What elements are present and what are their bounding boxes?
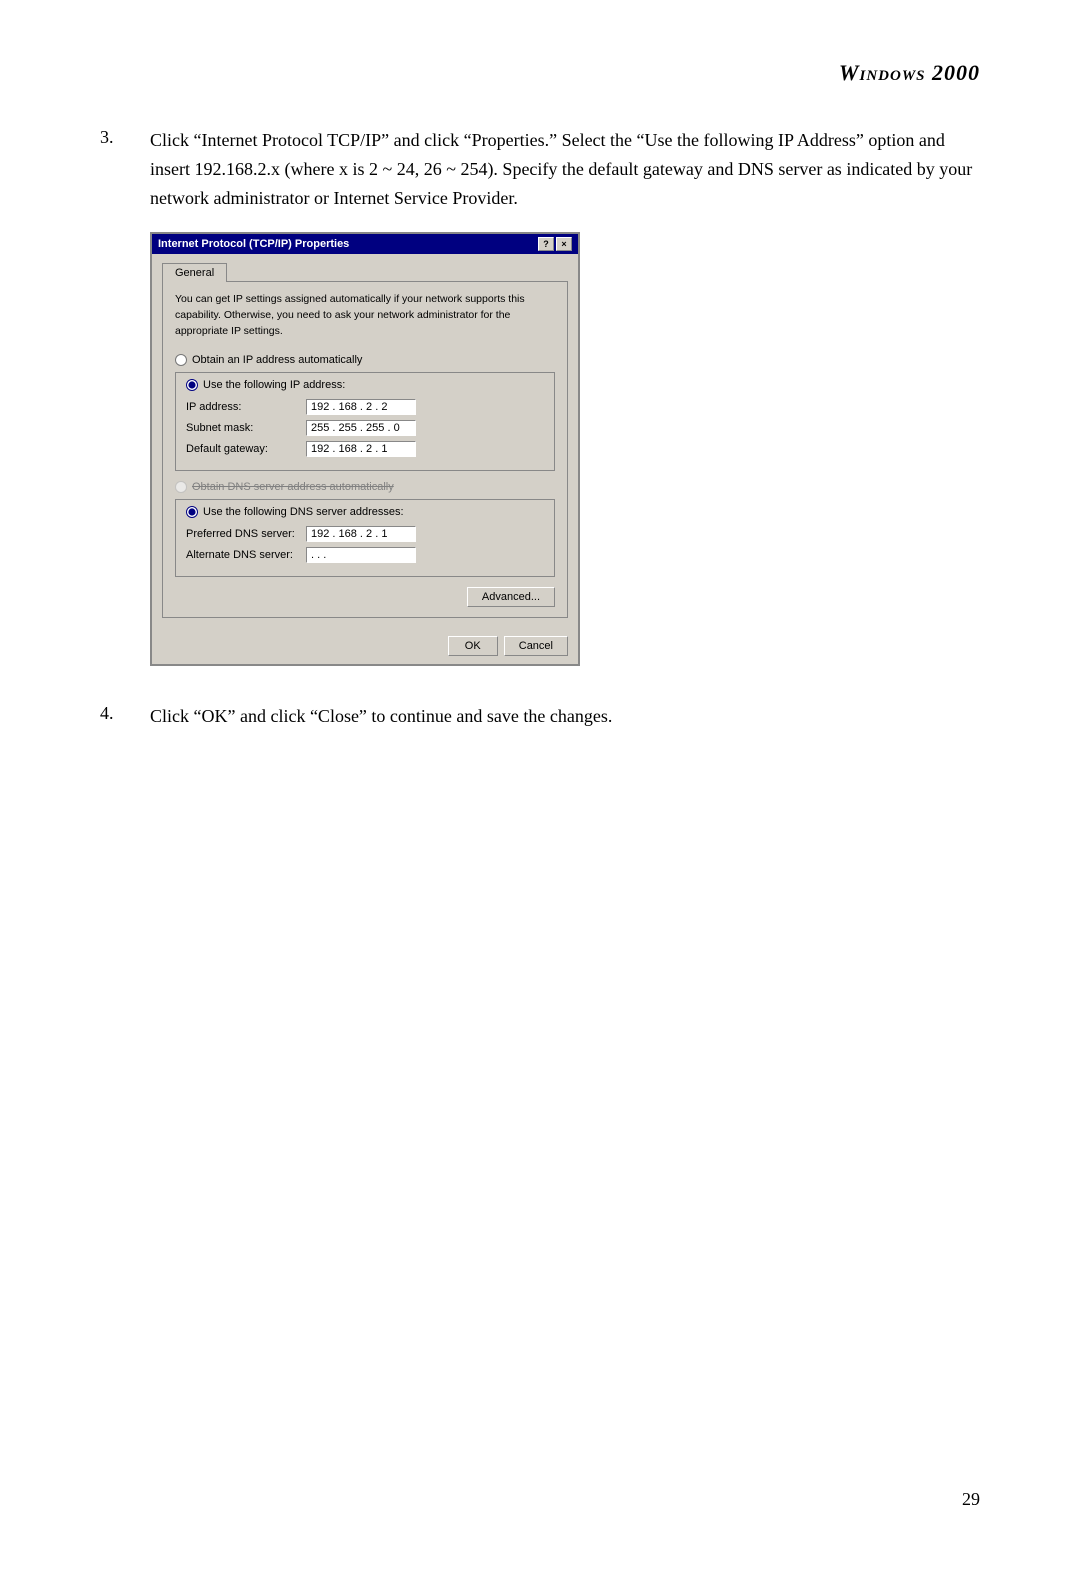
dialog-title: Internet Protocol (TCP/IP) Properties: [158, 238, 349, 250]
footer-buttons: OK Cancel: [448, 636, 568, 656]
dialog-body: General You can get IP settings assigned…: [152, 254, 578, 627]
ip-address-row: IP address: 192 . 168 . 2 . 2: [186, 399, 544, 415]
radio-use-following-dns-input[interactable]: [186, 506, 198, 518]
dialog-footer: OK Cancel: [152, 628, 578, 664]
radio-obtain-dns-auto-label: Obtain DNS server address automatically: [192, 481, 394, 493]
tab-bar: General: [162, 262, 568, 281]
preferred-dns-label: Preferred DNS server:: [186, 528, 306, 540]
radio-use-following-label: Use the following IP address:: [203, 379, 345, 391]
step-3: 3. Click “Internet Protocol TCP/IP” and …: [100, 126, 980, 666]
step-4-content: Click “OK” and click “Close” to continue…: [150, 702, 980, 751]
radio-use-following-dns[interactable]: Use the following DNS server addresses:: [186, 506, 544, 518]
dialog-window: Internet Protocol (TCP/IP) Properties ? …: [150, 232, 580, 665]
ip-address-label: IP address:: [186, 401, 306, 413]
radio-use-following-dns-label: Use the following DNS server addresses:: [203, 506, 404, 518]
radio-obtain-dns-auto[interactable]: Obtain DNS server address automatically: [175, 481, 555, 493]
dns-group-box: Use the following DNS server addresses: …: [175, 499, 555, 577]
radio-obtain-dns-auto-input[interactable]: [175, 481, 187, 493]
radio-use-following-input[interactable]: [186, 379, 198, 391]
titlebar-buttons: ? ×: [538, 237, 572, 251]
default-gateway-row: Default gateway: 192 . 168 . 2 . 1: [186, 441, 544, 457]
subnet-mask-row: Subnet mask: 255 . 255 . 255 . 0: [186, 420, 544, 436]
page-number: 29: [962, 1489, 980, 1510]
alternate-dns-field[interactable]: . . .: [306, 547, 416, 563]
alternate-dns-label: Alternate DNS server:: [186, 549, 306, 561]
radio-obtain-auto[interactable]: Obtain an IP address automatically: [175, 354, 555, 366]
subnet-mask-label: Subnet mask:: [186, 422, 306, 434]
dialog-close-button[interactable]: ×: [556, 237, 572, 251]
ip-group-box: Use the following IP address: IP address…: [175, 372, 555, 471]
preferred-dns-field[interactable]: 192 . 168 . 2 . 1: [306, 526, 416, 542]
default-gateway-field[interactable]: 192 . 168 . 2 . 1: [306, 441, 416, 457]
dns-section: Obtain DNS server address automatically …: [175, 481, 555, 577]
dialog-help-button[interactable]: ?: [538, 237, 554, 251]
cancel-button[interactable]: Cancel: [504, 636, 568, 656]
radio-group-ip: Obtain an IP address automatically: [175, 354, 555, 366]
advanced-button-area: Advanced...: [175, 587, 555, 607]
tab-general[interactable]: General: [162, 263, 227, 282]
default-gateway-label: Default gateway:: [186, 443, 306, 455]
preferred-dns-row: Preferred DNS server: 192 . 168 . 2 . 1: [186, 526, 544, 542]
subnet-mask-field[interactable]: 255 . 255 . 255 . 0: [306, 420, 416, 436]
step-3-content: Click “Internet Protocol TCP/IP” and cli…: [150, 126, 980, 666]
step-3-number: 3.: [100, 126, 132, 666]
radio-obtain-auto-input[interactable]: [175, 354, 187, 366]
advanced-button[interactable]: Advanced...: [467, 587, 555, 607]
dialog-panel: You can get IP settings assigned automat…: [162, 281, 568, 617]
header-title: Windows 2000: [839, 60, 980, 85]
page-header: Windows 2000: [100, 60, 980, 86]
ip-address-field[interactable]: 192 . 168 . 2 . 2: [306, 399, 416, 415]
radio-obtain-auto-label: Obtain an IP address automatically: [192, 354, 362, 366]
ok-button[interactable]: OK: [448, 636, 498, 656]
alternate-dns-row: Alternate DNS server: . . .: [186, 547, 544, 563]
page: Windows 2000 3. Click “Internet Protocol…: [0, 0, 1080, 866]
step-3-text: Click “Internet Protocol TCP/IP” and cli…: [150, 126, 980, 212]
step-4-number: 4.: [100, 702, 132, 751]
step-4-text: Click “OK” and click “Close” to continue…: [150, 702, 980, 731]
info-text: You can get IP settings assigned automat…: [175, 292, 555, 339]
radio-use-following[interactable]: Use the following IP address:: [186, 379, 544, 391]
dialog-titlebar: Internet Protocol (TCP/IP) Properties ? …: [152, 234, 578, 254]
step-4: 4. Click “OK” and click “Close” to conti…: [100, 702, 980, 751]
